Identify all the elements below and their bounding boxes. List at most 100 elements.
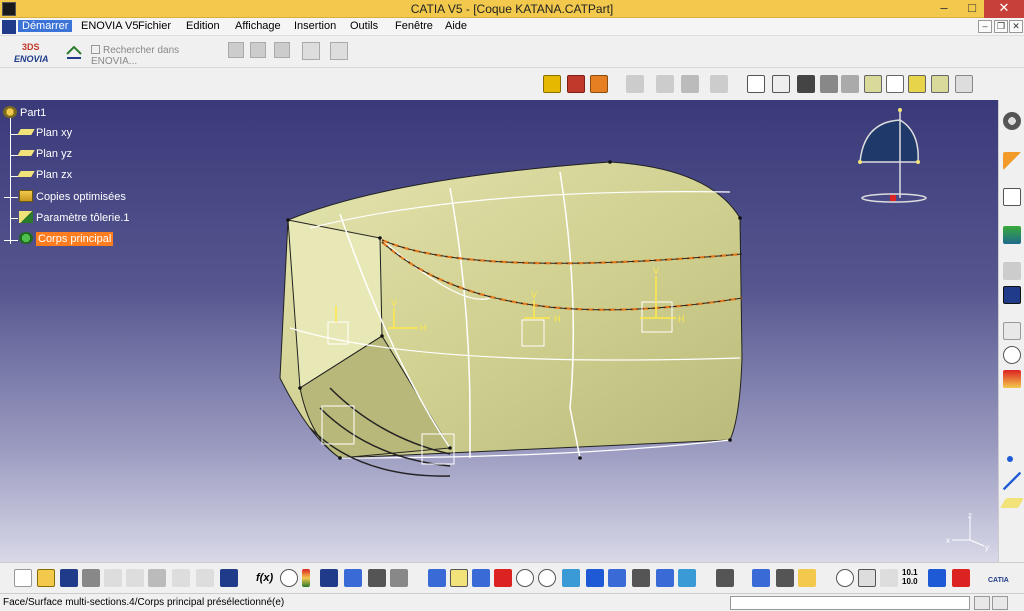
save-icon[interactable] — [60, 569, 78, 587]
snap-tool-icon[interactable] — [710, 75, 728, 93]
enovia-link-icon[interactable] — [64, 42, 84, 62]
paste-icon[interactable] — [148, 569, 166, 587]
menu-outils[interactable]: Outils — [346, 20, 382, 32]
enovia-open-icon[interactable] — [250, 42, 266, 58]
traffic-light-icon[interactable] — [302, 569, 310, 587]
plane-tool-icon[interactable] — [1000, 498, 1024, 508]
open-folder-icon[interactable] — [37, 569, 55, 587]
tree-node-plan-xy[interactable]: Plan xy — [17, 127, 72, 139]
mdi-minimize-button[interactable]: – — [978, 20, 992, 33]
analysis-icon[interactable] — [1003, 370, 1021, 388]
enovia-search-button[interactable] — [228, 42, 244, 58]
measure-item-icon[interactable] — [776, 569, 794, 587]
3d-viewport[interactable]: Part1 Plan xy Plan yz Plan zx Copies opt… — [0, 100, 998, 562]
scale-icon[interactable] — [390, 569, 408, 587]
undo-icon[interactable] — [172, 569, 190, 587]
measure-icon[interactable] — [1003, 286, 1021, 304]
annotation-icon[interactable] — [1003, 322, 1021, 340]
rotate-icon[interactable] — [494, 569, 512, 587]
search-checkbox[interactable] — [91, 45, 100, 54]
new-document-icon[interactable] — [14, 569, 32, 587]
color-tool-3-icon[interactable] — [590, 75, 608, 93]
menu-demarrer[interactable]: Démarrer — [18, 20, 73, 32]
menu-aide[interactable]: Aide — [441, 20, 471, 32]
maximize-button[interactable]: □ — [958, 0, 986, 18]
tree-node-copies[interactable]: Copies optimisées — [19, 190, 126, 203]
fit-all-icon[interactable] — [450, 569, 468, 587]
apply-material-icon[interactable] — [798, 569, 816, 587]
status-button-2[interactable] — [992, 596, 1008, 610]
grid-3d-icon[interactable] — [928, 569, 946, 587]
tree-node-plan-yz[interactable]: Plan yz — [17, 148, 72, 160]
minimize-button[interactable]: – — [930, 0, 958, 18]
snap-icon[interactable] — [952, 569, 970, 587]
tree-node-corps-principal[interactable]: Corps principal — [19, 232, 114, 246]
settings-gear-icon[interactable] — [1003, 112, 1021, 130]
menu-affichage[interactable]: Affichage — [231, 20, 285, 32]
help-icon[interactable] — [220, 569, 238, 587]
render-lights-icon[interactable] — [955, 75, 973, 93]
tree-node-sheetmetal[interactable]: Paramètre tôlerie.1 — [19, 211, 130, 224]
katana-hull-part[interactable]: H V H V H V — [270, 158, 750, 483]
shading-icon[interactable] — [632, 569, 650, 587]
enovia-tools-icon[interactable] — [302, 42, 320, 60]
grid-tool-2-icon[interactable] — [681, 75, 699, 93]
tools-icon[interactable] — [368, 569, 386, 587]
line-icon[interactable] — [1003, 472, 1021, 490]
command-input[interactable] — [730, 596, 970, 610]
fly-mode-icon[interactable] — [428, 569, 446, 587]
update-icon[interactable] — [716, 569, 734, 587]
refresh-icon[interactable] — [836, 569, 854, 587]
swap-space-icon[interactable] — [678, 569, 696, 587]
color-tool-1-icon[interactable] — [543, 75, 561, 93]
menu-insertion[interactable]: Insertion — [290, 20, 340, 32]
table-icon[interactable] — [320, 569, 338, 587]
enovia-search-field[interactable]: Rechercher dans ENOVIA... — [91, 45, 221, 67]
zoom-out-icon[interactable] — [538, 569, 556, 587]
close-button[interactable]: ✕ — [984, 0, 1024, 18]
color-tool-2-icon[interactable] — [567, 75, 585, 93]
axis-tool-icon[interactable] — [880, 569, 898, 587]
menu-fenetre[interactable]: Fenêtre — [391, 20, 437, 32]
cut-icon[interactable] — [104, 569, 122, 587]
coordinates-button[interactable]: 10.1 10.0 — [902, 568, 918, 586]
operations-icon[interactable] — [1003, 262, 1021, 280]
mdi-close-button[interactable]: ✕ — [1009, 20, 1023, 33]
document-icon[interactable] — [2, 20, 16, 34]
tree-node-part1[interactable]: Part1 — [3, 106, 46, 119]
render-custom-icon[interactable] — [931, 75, 949, 93]
point-icon[interactable] — [1007, 456, 1013, 462]
hand-icon[interactable] — [858, 569, 876, 587]
print-icon[interactable] — [82, 569, 100, 587]
view-fit-icon[interactable] — [772, 75, 790, 93]
measure-between-icon[interactable] — [752, 569, 770, 587]
render-edges-icon[interactable] — [820, 75, 838, 93]
zoom-in-icon[interactable] — [516, 569, 534, 587]
comment-icon[interactable] — [280, 569, 298, 587]
menu-enovia[interactable]: ENOVIA V5 — [77, 20, 142, 32]
render-materials-icon[interactable] — [908, 75, 926, 93]
render-dynamic-icon[interactable] — [864, 75, 882, 93]
link-tool-icon[interactable] — [626, 75, 644, 93]
pan-icon[interactable] — [472, 569, 490, 587]
iso-view-icon[interactable] — [608, 569, 626, 587]
select-arrow-icon[interactable] — [1003, 152, 1021, 170]
menu-fichier[interactable]: Fichier — [134, 20, 175, 32]
enovia-save-icon[interactable] — [274, 42, 290, 58]
status-button-1[interactable] — [974, 596, 990, 610]
compass-icon[interactable] — [850, 102, 930, 210]
multi-view-icon[interactable] — [586, 569, 604, 587]
enovia-config-icon[interactable] — [330, 42, 348, 60]
render-wire-icon[interactable] — [841, 75, 859, 93]
render-shaded-icon[interactable] — [797, 75, 815, 93]
copy-icon[interactable] — [126, 569, 144, 587]
tree-node-plan-zx[interactable]: Plan zx — [17, 169, 72, 181]
grid-tool-1-icon[interactable] — [656, 75, 674, 93]
view-cube-icon[interactable] — [747, 75, 765, 93]
mdi-restore-button[interactable]: ❐ — [994, 20, 1008, 33]
redo-icon[interactable] — [196, 569, 214, 587]
tree-icon[interactable] — [344, 569, 362, 587]
surface-tool-icon[interactable] — [1003, 226, 1021, 244]
render-hidden-icon[interactable] — [886, 75, 904, 93]
constraint-icon[interactable] — [1003, 346, 1021, 364]
